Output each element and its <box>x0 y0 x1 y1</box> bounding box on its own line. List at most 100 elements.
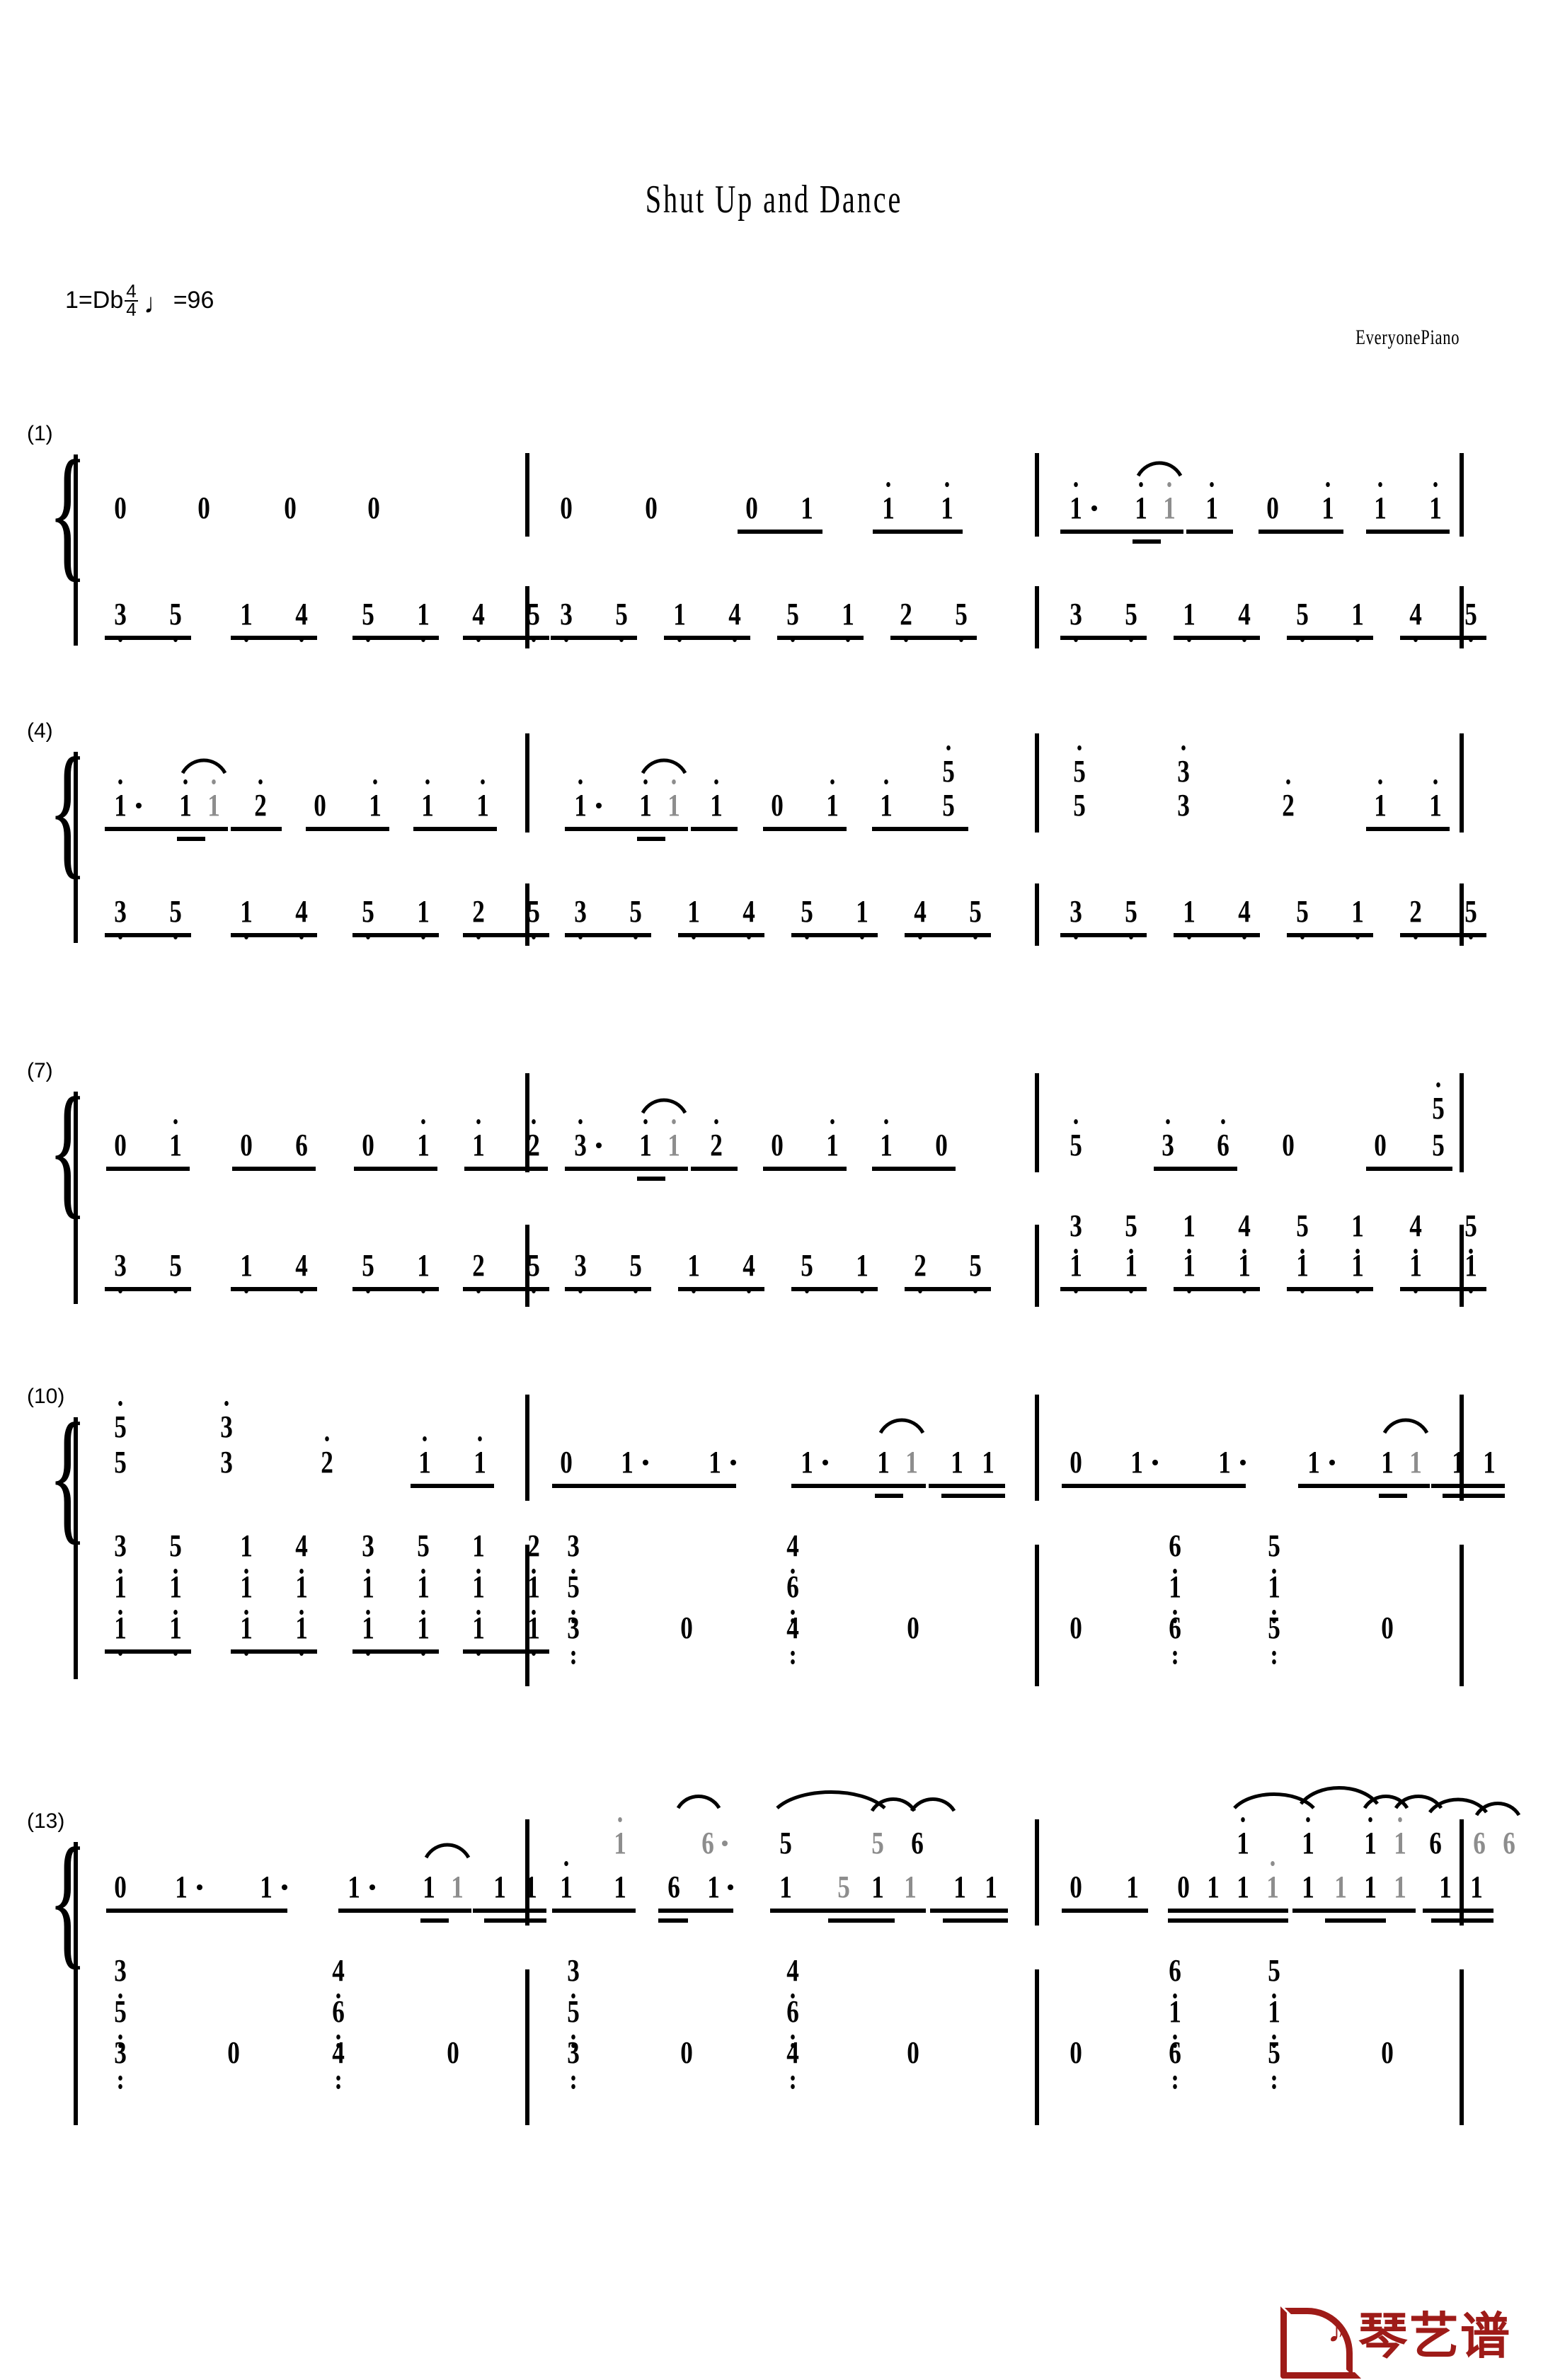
tie-slur <box>641 758 687 774</box>
note-rest: 0 <box>680 1610 693 1645</box>
note-numeral-5: 5 <box>629 1250 642 1293</box>
beam-line <box>105 1649 191 1654</box>
note-numeral-1: 1 <box>260 1870 273 1904</box>
barline <box>1035 883 1039 946</box>
note-numeral-1: 1 <box>687 1250 700 1293</box>
augmentation-dot <box>596 803 602 808</box>
note-numeral-4: 4 <box>1238 599 1251 642</box>
beam-line <box>106 1909 287 1913</box>
note-rest: 0 <box>560 491 573 525</box>
note-numeral-4: 4 <box>743 1250 755 1293</box>
beam-line <box>231 1649 317 1654</box>
beam-line <box>463 636 549 640</box>
beam-line <box>463 933 549 937</box>
note-numeral-1: 1 <box>1205 482 1218 524</box>
beam-line <box>1400 1287 1486 1291</box>
note-numeral-1: 1 <box>1364 1870 1377 1904</box>
beam-line <box>1292 1909 1416 1913</box>
tie-slur <box>1474 1802 1521 1817</box>
beam-line <box>1379 1494 1407 1498</box>
note-numeral-1: 1 <box>639 1119 652 1161</box>
note-numeral-2: 2 <box>472 896 485 939</box>
barline <box>1460 1969 1464 2125</box>
beam-line <box>1060 636 1147 640</box>
beam-line <box>1366 530 1450 534</box>
note-numeral-1: 1 <box>1125 1250 1137 1293</box>
note-numeral-1: 1 <box>1183 599 1196 642</box>
note-numeral-3: 3 <box>567 2037 580 2089</box>
note-numeral-1: 1 <box>667 779 680 821</box>
note-numeral-4: 4 <box>786 1531 799 1574</box>
beam-line <box>828 1918 895 1923</box>
note-numeral-4: 4 <box>332 2037 345 2089</box>
beam-line <box>1298 1484 1430 1488</box>
beam-line <box>463 1649 549 1654</box>
augmentation-dot <box>1240 1460 1246 1465</box>
beam-line <box>420 1918 449 1923</box>
note-numeral-5: 5 <box>801 896 813 939</box>
note-numeral-3: 3 <box>574 896 587 939</box>
note-numeral-1: 1 <box>1351 1250 1364 1293</box>
note-numeral-1: 1 <box>369 779 382 821</box>
beam-line <box>763 1167 847 1171</box>
note-rest: 0 <box>114 1870 127 1904</box>
note-numeral-1: 1 <box>1374 779 1387 821</box>
beam-line <box>565 933 651 937</box>
note-numeral-5: 5 <box>786 599 799 642</box>
note-numeral-5: 5 <box>567 1572 580 1623</box>
beam-line <box>231 933 317 937</box>
beam-line <box>552 1484 736 1488</box>
tie-slur <box>878 1418 925 1434</box>
note-numeral-1: 1 <box>1470 1870 1483 1904</box>
barline <box>1035 1395 1039 1501</box>
site-logo: ♪ 琴艺谱 <box>1280 2306 1511 2379</box>
augmentation-dot <box>369 1884 375 1890</box>
note-rest: 0 <box>1177 1870 1190 1904</box>
beam-line <box>1186 530 1233 534</box>
beam-line <box>1366 1167 1452 1171</box>
augmentation-dot <box>197 1884 202 1890</box>
note-numeral-1: 1 <box>710 779 723 821</box>
note-numeral-1: 1 <box>417 1250 430 1293</box>
barline <box>1035 1819 1039 1926</box>
note-numeral-3: 3 <box>567 1613 580 1664</box>
beam-line <box>306 827 389 831</box>
staff-brace: { <box>48 728 88 892</box>
beam-line <box>763 827 847 831</box>
note-numeral-1: 1 <box>639 779 652 821</box>
note-rest: 0 <box>680 2035 693 2070</box>
note-numeral-3: 3 <box>1070 1211 1082 1254</box>
note-numeral-1: 1 <box>417 1613 430 1656</box>
beam-line <box>177 837 205 841</box>
barline <box>1035 1225 1039 1307</box>
note-numeral-5: 5 <box>1125 599 1137 642</box>
staff-brace: { <box>48 430 88 595</box>
staff-system: (4){1 1 1 2 0 1 1 1 1 1 1 1 0 1 1 5 5 5 5 3 3 2 1 1 3 5 1 4 5 1 2 5 3 5 1 4… <box>0 719 1548 946</box>
note-rest: 0 <box>362 1128 374 1162</box>
note-rest: 0 <box>447 2035 459 2070</box>
note-numeral-5: 5 <box>1125 1211 1137 1254</box>
note-numeral-1: 1 <box>1302 1817 1314 1859</box>
note-numeral-1: 1 <box>240 1613 253 1656</box>
tie-slur <box>870 1797 917 1812</box>
note-numeral-1: 1 <box>1439 1870 1452 1904</box>
beam-line <box>1431 1484 1505 1488</box>
note-numeral-5: 5 <box>837 1870 850 1904</box>
note-numeral-1: 1 <box>1429 482 1442 524</box>
beam-line <box>1062 1484 1246 1488</box>
note-numeral-6: 6 <box>911 1826 924 1860</box>
note-numeral-1: 1 <box>114 779 127 821</box>
beam-line <box>1060 933 1147 937</box>
augmentation-dot <box>1329 1460 1335 1465</box>
note-numeral-4: 4 <box>1409 1211 1422 1254</box>
note-numeral-6: 6 <box>295 1128 308 1162</box>
note-numeral-3: 3 <box>114 2037 127 2089</box>
note-numeral-3: 3 <box>114 599 127 642</box>
augmentation-dot <box>282 1884 287 1890</box>
note-numeral-1: 1 <box>1394 1870 1406 1904</box>
note-numeral-5: 5 <box>114 1996 127 2048</box>
note-numeral-5: 5 <box>1464 896 1477 939</box>
beam-line <box>637 837 665 841</box>
note-numeral-1: 1 <box>1169 1996 1181 2048</box>
note-numeral-1: 1 <box>982 1445 994 1480</box>
